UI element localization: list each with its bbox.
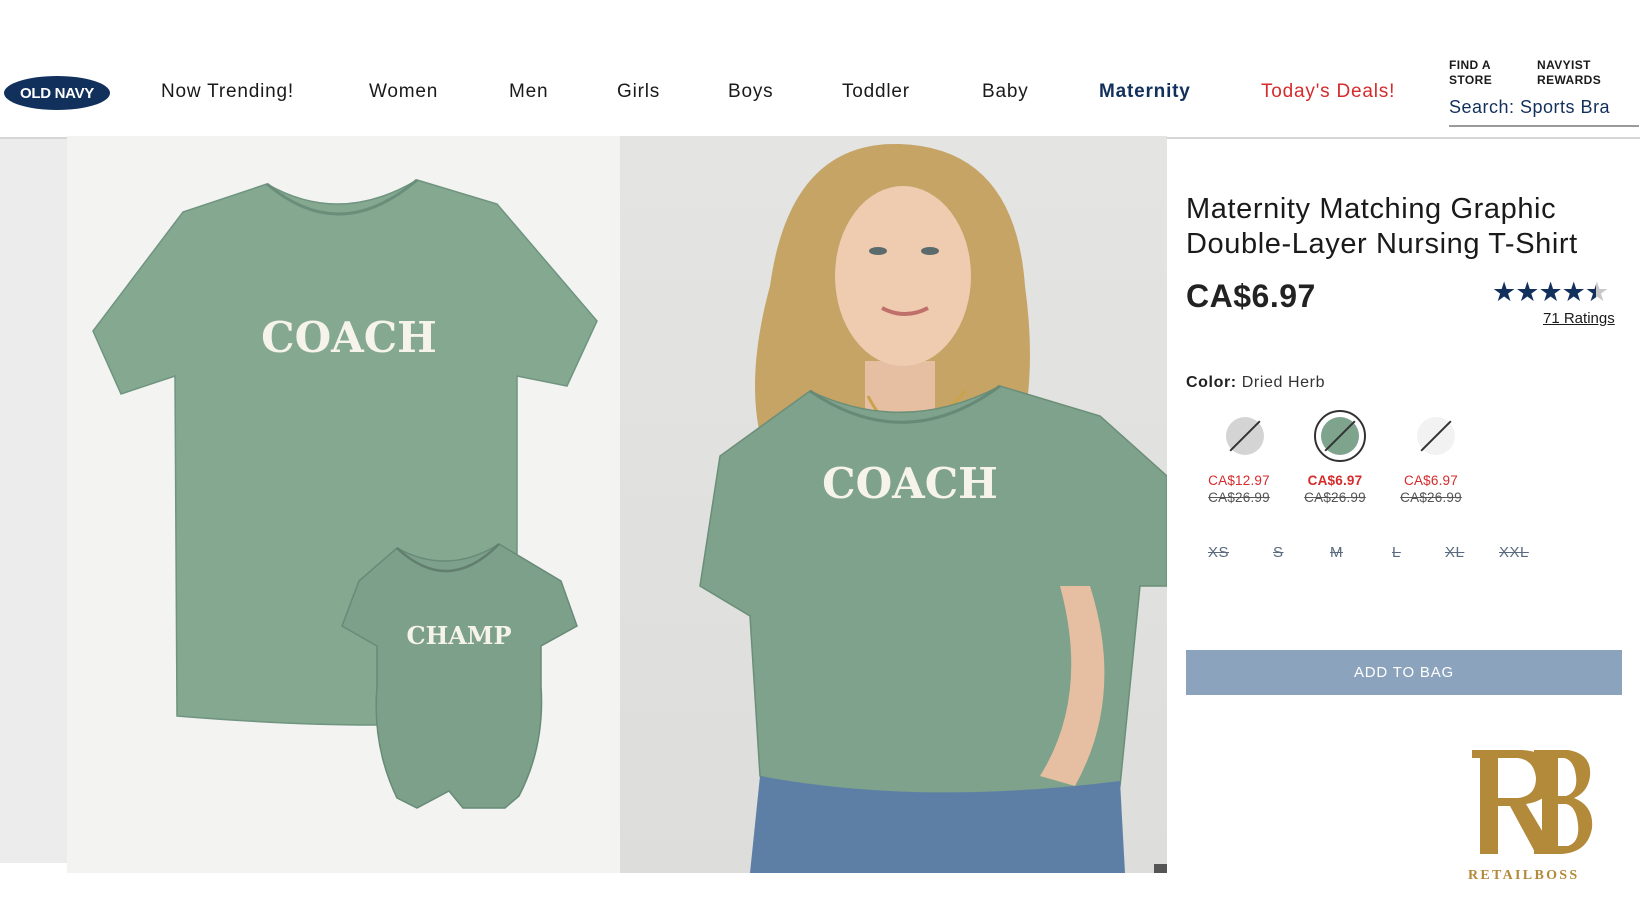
product-title: Maternity Matching Graphic Double-Layer …: [1186, 192, 1626, 262]
nav-maternity[interactable]: Maternity: [1099, 81, 1191, 103]
find-store-line-2: STORE: [1449, 73, 1493, 87]
star-icon: ★: [1538, 277, 1562, 307]
product-price: CA$6.97: [1186, 278, 1316, 314]
nav-women[interactable]: Women: [369, 81, 438, 103]
nav-girls[interactable]: Girls: [617, 81, 660, 103]
star-icon: ★: [1515, 277, 1539, 307]
star-icon: ★: [1561, 277, 1586, 307]
product-title-line-2: Double-Layer Nursing T-Shirt: [1186, 228, 1578, 260]
size-xxl[interactable]: XXL: [1499, 544, 1529, 561]
size-l[interactable]: L: [1392, 544, 1401, 561]
champ-print-text: CHAMP: [406, 621, 511, 650]
color-label: Color:: [1186, 374, 1237, 391]
color-selection-label: Color: Dried Herb: [1186, 374, 1325, 392]
color-value: Dried Herb: [1241, 374, 1326, 391]
size-m[interactable]: M: [1330, 544, 1343, 561]
find-a-store-link[interactable]: FIND A STORE: [1449, 58, 1492, 88]
retailboss-watermark: RETAILBOSS: [1468, 868, 1580, 883]
nav-baby[interactable]: Baby: [982, 81, 1029, 103]
rewards-line-1: NAVYIST: [1537, 58, 1591, 72]
size-s[interactable]: S: [1273, 544, 1284, 561]
star-icon: ★: [1492, 277, 1516, 307]
star-half-icon: ★★: [1584, 277, 1609, 307]
navyist-rewards-link[interactable]: NAVYIST REWARDS: [1537, 58, 1601, 88]
ratings-count-link[interactable]: 71 Ratings: [1543, 310, 1615, 327]
nav-todays-deals[interactable]: Today's Deals!: [1261, 81, 1395, 103]
size-xl[interactable]: XL: [1445, 544, 1464, 561]
product-image-model[interactable]: COACH: [620, 136, 1167, 873]
swatch-2-original-price: CA$26.99: [1304, 490, 1366, 505]
swatch-1-sale-price: CA$12.97: [1208, 473, 1270, 488]
retailboss-logo-icon: [1472, 750, 1593, 854]
gallery-left-edge: [0, 139, 67, 863]
star-rating[interactable]: ★★★★★★: [1492, 277, 1609, 308]
swatch-3-original-price: CA$26.99: [1400, 490, 1462, 505]
site-header: OLD NAVY Now Trending! Women Men Girls B…: [0, 0, 1640, 139]
search-input[interactable]: Search: Sports Bra: [1449, 97, 1639, 127]
nav-boys[interactable]: Boys: [728, 81, 773, 103]
nav-toddler[interactable]: Toddler: [842, 81, 910, 103]
swatch-3-sale-price: CA$6.97: [1404, 473, 1458, 488]
color-swatch-1[interactable]: [1219, 410, 1271, 462]
nav-men[interactable]: Men: [509, 81, 548, 103]
swatch-1-original-price: CA$26.99: [1208, 490, 1270, 505]
rewards-line-2: REWARDS: [1537, 73, 1602, 87]
find-store-line-1: FIND A: [1449, 58, 1491, 72]
color-swatch-2-selected[interactable]: [1314, 410, 1366, 462]
product-title-line-1: Maternity Matching Graphic: [1186, 193, 1557, 225]
image-corner-badge: [1154, 864, 1167, 873]
model-coach-print-text: COACH: [822, 459, 998, 508]
nav-now-trending[interactable]: Now Trending!: [161, 81, 294, 103]
logo-text: OLD NAVY: [20, 84, 94, 102]
product-image-flatlay[interactable]: COACH CHAMP: [67, 136, 620, 873]
size-xs[interactable]: XS: [1208, 544, 1229, 561]
add-to-bag-button[interactable]: ADD TO BAG: [1186, 650, 1622, 695]
swatch-2-sale-price: CA$6.97: [1307, 473, 1363, 488]
model-illustration: COACH: [699, 143, 1167, 873]
color-swatch-3[interactable]: [1410, 410, 1462, 462]
old-navy-logo[interactable]: OLD NAVY: [4, 76, 110, 110]
coach-print-text: COACH: [261, 313, 437, 362]
shirts-illustration: COACH CHAMP: [92, 178, 598, 809]
